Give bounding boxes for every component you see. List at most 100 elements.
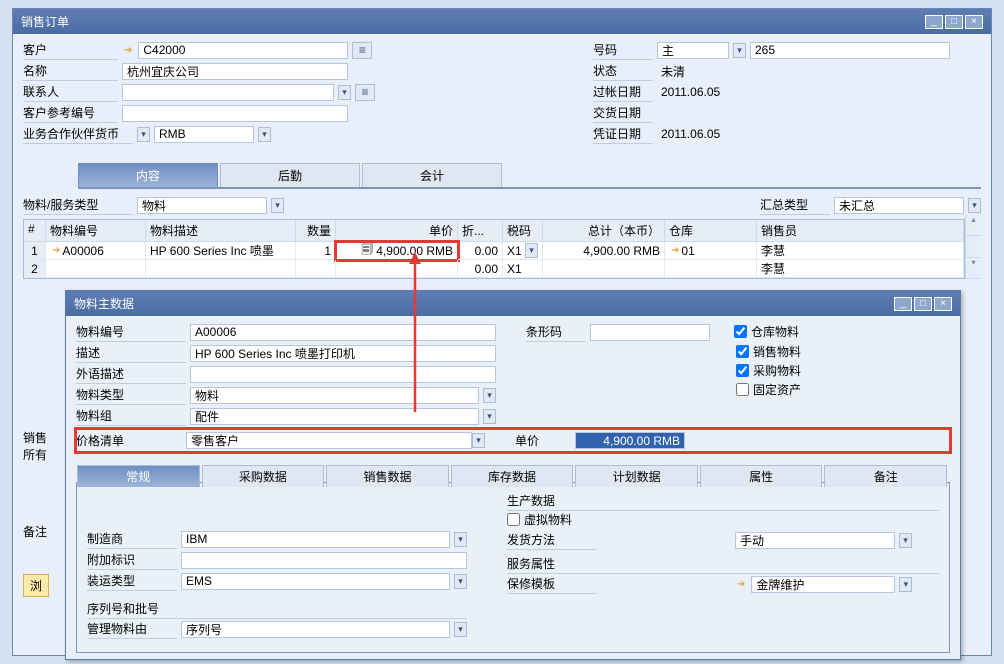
- dropdown-icon[interactable]: ▾: [483, 409, 496, 424]
- dropdown-icon[interactable]: ▾: [733, 43, 746, 58]
- warranty-select[interactable]: 金牌维护: [751, 576, 895, 593]
- addl-label: 附加标识: [87, 550, 177, 570]
- col-matno[interactable]: 物料编号: [46, 220, 146, 242]
- unitprice-field[interactable]: 4,900.00 RMB: [575, 432, 685, 449]
- pricelist-label: 价格清单: [76, 431, 186, 450]
- name-field[interactable]: 杭州宜庆公司: [122, 63, 348, 80]
- link-arrow-icon[interactable]: ➔: [669, 245, 681, 256]
- dropdown-icon[interactable]: ▾: [525, 243, 538, 258]
- dropdown-icon[interactable]: ▾: [338, 85, 351, 100]
- dropdown-icon[interactable]: ▾: [271, 198, 284, 213]
- status-label: 状态: [593, 61, 653, 81]
- deliverydate-label: 交货日期: [593, 103, 653, 123]
- dropdown-icon[interactable]: ▾: [968, 198, 981, 213]
- browse-button[interactable]: 浏: [23, 574, 49, 597]
- warranty-label: 保修模板: [507, 574, 597, 594]
- tab-stock-data[interactable]: 库存数据: [451, 465, 574, 487]
- dropdown-icon[interactable]: ▾: [899, 577, 912, 592]
- custref-field[interactable]: [122, 105, 348, 122]
- dropdown-icon[interactable]: ▾: [137, 127, 150, 142]
- customer-field[interactable]: C42000: [138, 42, 348, 59]
- name-label: 名称: [23, 61, 118, 81]
- tab-content[interactable]: 内容: [78, 163, 218, 187]
- dropdown-icon[interactable]: ▾: [454, 622, 467, 637]
- material-master-window[interactable]: 物料主数据 _ □ × 物料编号A00006 描述HP 600 Series I…: [65, 290, 961, 660]
- maximize-icon[interactable]: □: [945, 15, 963, 29]
- sales-checkbox[interactable]: [736, 345, 749, 358]
- stock-checkbox[interactable]: [734, 325, 747, 338]
- close-icon[interactable]: ×: [965, 15, 983, 29]
- contact-field[interactable]: [122, 84, 334, 101]
- maximize-icon[interactable]: □: [914, 297, 932, 311]
- tab-purchase-data[interactable]: 采购数据: [202, 465, 325, 487]
- col-num[interactable]: #: [24, 220, 46, 242]
- contact-label: 联系人: [23, 82, 118, 102]
- ship-select[interactable]: EMS: [181, 573, 450, 590]
- link-arrow-icon[interactable]: ➔: [735, 579, 747, 590]
- col-discount[interactable]: 折...: [458, 220, 503, 242]
- list-icon[interactable]: ≡: [355, 84, 375, 101]
- matserv-select[interactable]: 物料: [137, 197, 267, 214]
- tab-accounting[interactable]: 会计: [362, 163, 502, 187]
- tab-sales-data[interactable]: 销售数据: [326, 465, 449, 487]
- tab-general[interactable]: 常规: [77, 465, 200, 487]
- pricelist-select[interactable]: 零售客户: [186, 432, 472, 449]
- docdate-label: 凭证日期: [593, 124, 653, 144]
- main-window-titlebar[interactable]: 销售订单 _ □ ×: [13, 9, 991, 34]
- barcode-field[interactable]: [590, 324, 710, 341]
- purchase-checkbox[interactable]: [736, 364, 749, 377]
- col-warehouse[interactable]: 仓库: [665, 220, 757, 242]
- link-arrow-icon[interactable]: ➔: [50, 245, 62, 256]
- dropdown-icon[interactable]: ▾: [454, 574, 467, 589]
- vertical-scrollbar[interactable]: ▴▾: [965, 215, 981, 279]
- col-price[interactable]: 单价: [336, 220, 458, 242]
- ship-label: 装运类型: [87, 571, 177, 591]
- fdesc-label: 外语描述: [76, 364, 186, 384]
- tab-attributes[interactable]: 属性: [700, 465, 823, 487]
- calc-icon[interactable]: 🗐: [361, 240, 373, 261]
- asset-checkbox[interactable]: [736, 383, 749, 396]
- partnercurr-field[interactable]: RMB: [154, 126, 254, 143]
- mtype-label: 物料类型: [76, 385, 186, 405]
- summary-select[interactable]: 未汇总: [834, 197, 964, 214]
- close-icon[interactable]: ×: [934, 297, 952, 311]
- dropdown-icon[interactable]: ▾: [258, 127, 271, 142]
- table-row[interactable]: 1 ➔A00006 HP 600 Series Inc 喷墨 1 🗐4,900.…: [24, 242, 964, 260]
- matno-field[interactable]: A00006: [190, 324, 496, 341]
- matno-label: 物料编号: [76, 322, 186, 342]
- addl-field[interactable]: [181, 552, 467, 569]
- postdate-label: 过帐日期: [593, 82, 653, 102]
- col-matdesc[interactable]: 物料描述: [146, 220, 296, 242]
- col-total[interactable]: 总计（本币）: [543, 220, 665, 242]
- postdate-field[interactable]: 2011.06.05: [657, 84, 947, 101]
- tab-notes[interactable]: 备注: [824, 465, 947, 487]
- dropdown-icon[interactable]: ▾: [454, 532, 467, 547]
- fdesc-field[interactable]: [190, 366, 496, 383]
- manage-select[interactable]: 序列号: [181, 621, 450, 638]
- col-qty[interactable]: 数量: [296, 220, 336, 242]
- list-icon[interactable]: ≡: [352, 42, 372, 59]
- desc-field[interactable]: HP 600 Series Inc 喷墨打印机: [190, 345, 496, 362]
- mgrp-select[interactable]: 配件: [190, 408, 479, 425]
- minimize-icon[interactable]: _: [925, 15, 943, 29]
- deliverydate-field[interactable]: [657, 105, 947, 122]
- mtype-select[interactable]: 物料: [190, 387, 479, 404]
- col-tax[interactable]: 税码: [503, 220, 543, 242]
- link-arrow-icon[interactable]: ➔: [122, 45, 134, 56]
- mfr-label: 制造商: [87, 529, 177, 549]
- dropdown-icon[interactable]: ▾: [899, 533, 912, 548]
- docno-type-field[interactable]: 主: [657, 42, 729, 59]
- mfr-select[interactable]: IBM: [181, 531, 450, 548]
- table-row[interactable]: 2 0.00 X1 李慧: [24, 260, 964, 278]
- tab-logistics[interactable]: 后勤: [220, 163, 360, 187]
- tab-plan-data[interactable]: 计划数据: [575, 465, 698, 487]
- virtual-checkbox[interactable]: [507, 513, 520, 526]
- docno-field[interactable]: 265: [750, 42, 950, 59]
- dropdown-icon[interactable]: ▾: [472, 433, 485, 448]
- minimize-icon[interactable]: _: [894, 297, 912, 311]
- shipmethod-select[interactable]: 手动: [735, 532, 895, 549]
- dropdown-icon[interactable]: ▾: [483, 388, 496, 403]
- unit-price-cell[interactable]: 🗐4,900.00 RMB: [336, 242, 458, 260]
- col-salesperson[interactable]: 销售员: [757, 220, 964, 242]
- docdate-field[interactable]: 2011.06.05: [657, 126, 947, 143]
